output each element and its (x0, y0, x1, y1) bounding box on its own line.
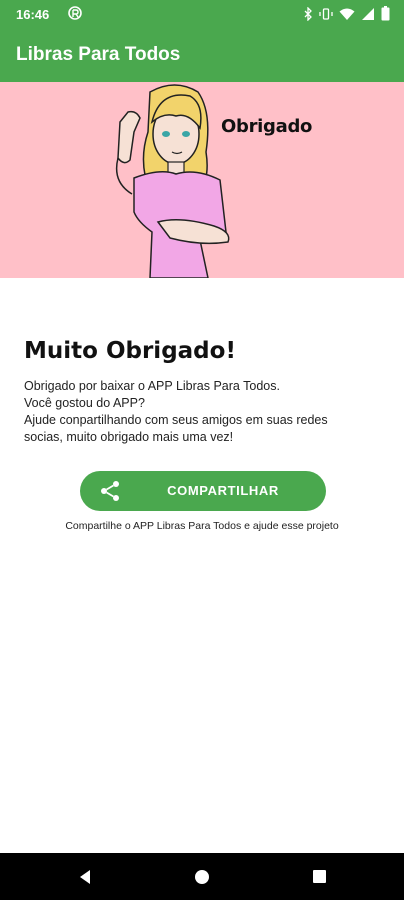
thank-you-content: Muito Obrigado! Obrigado por baixar o AP… (24, 338, 384, 446)
app-title: Libras Para Todos (16, 44, 181, 65)
sign-language-illustration (115, 84, 230, 278)
share-button-label: COMPARTILHAR (167, 483, 279, 498)
wifi-icon (339, 8, 355, 20)
thank-you-banner: Obrigado (0, 82, 404, 278)
back-icon[interactable] (78, 869, 92, 885)
message-line: socias, muito obrigado mais uma vez! (24, 430, 234, 444)
message-line: Obrigado por baixar o APP Libras Para To… (24, 379, 280, 393)
bluetooth-icon (304, 6, 312, 21)
app-notification-icon (68, 6, 82, 20)
message-line: Você gostou do APP? (24, 396, 145, 410)
recents-icon[interactable] (313, 870, 326, 883)
banner-word: Obrigado (221, 116, 313, 137)
status-bar: 16:46 (0, 0, 404, 30)
battery-icon (381, 6, 390, 21)
page-heading: Muito Obrigado! (24, 338, 236, 364)
system-nav-bar (0, 853, 404, 900)
share-button[interactable]: COMPARTILHAR (80, 471, 326, 511)
share-note: Compartilhe o APP Libras Para Todos e aj… (65, 520, 339, 532)
status-icons (304, 6, 390, 21)
home-icon[interactable] (195, 870, 209, 884)
thank-you-message: Obrigado por baixar o APP Libras Para To… (24, 378, 384, 446)
vibrate-icon (319, 7, 333, 20)
app-bar: Libras Para Todos (0, 30, 404, 82)
signal-icon (362, 7, 374, 20)
status-time: 16:46 (16, 7, 50, 22)
message-line: Ajude conpartilhando com seus amigos em … (24, 413, 328, 427)
